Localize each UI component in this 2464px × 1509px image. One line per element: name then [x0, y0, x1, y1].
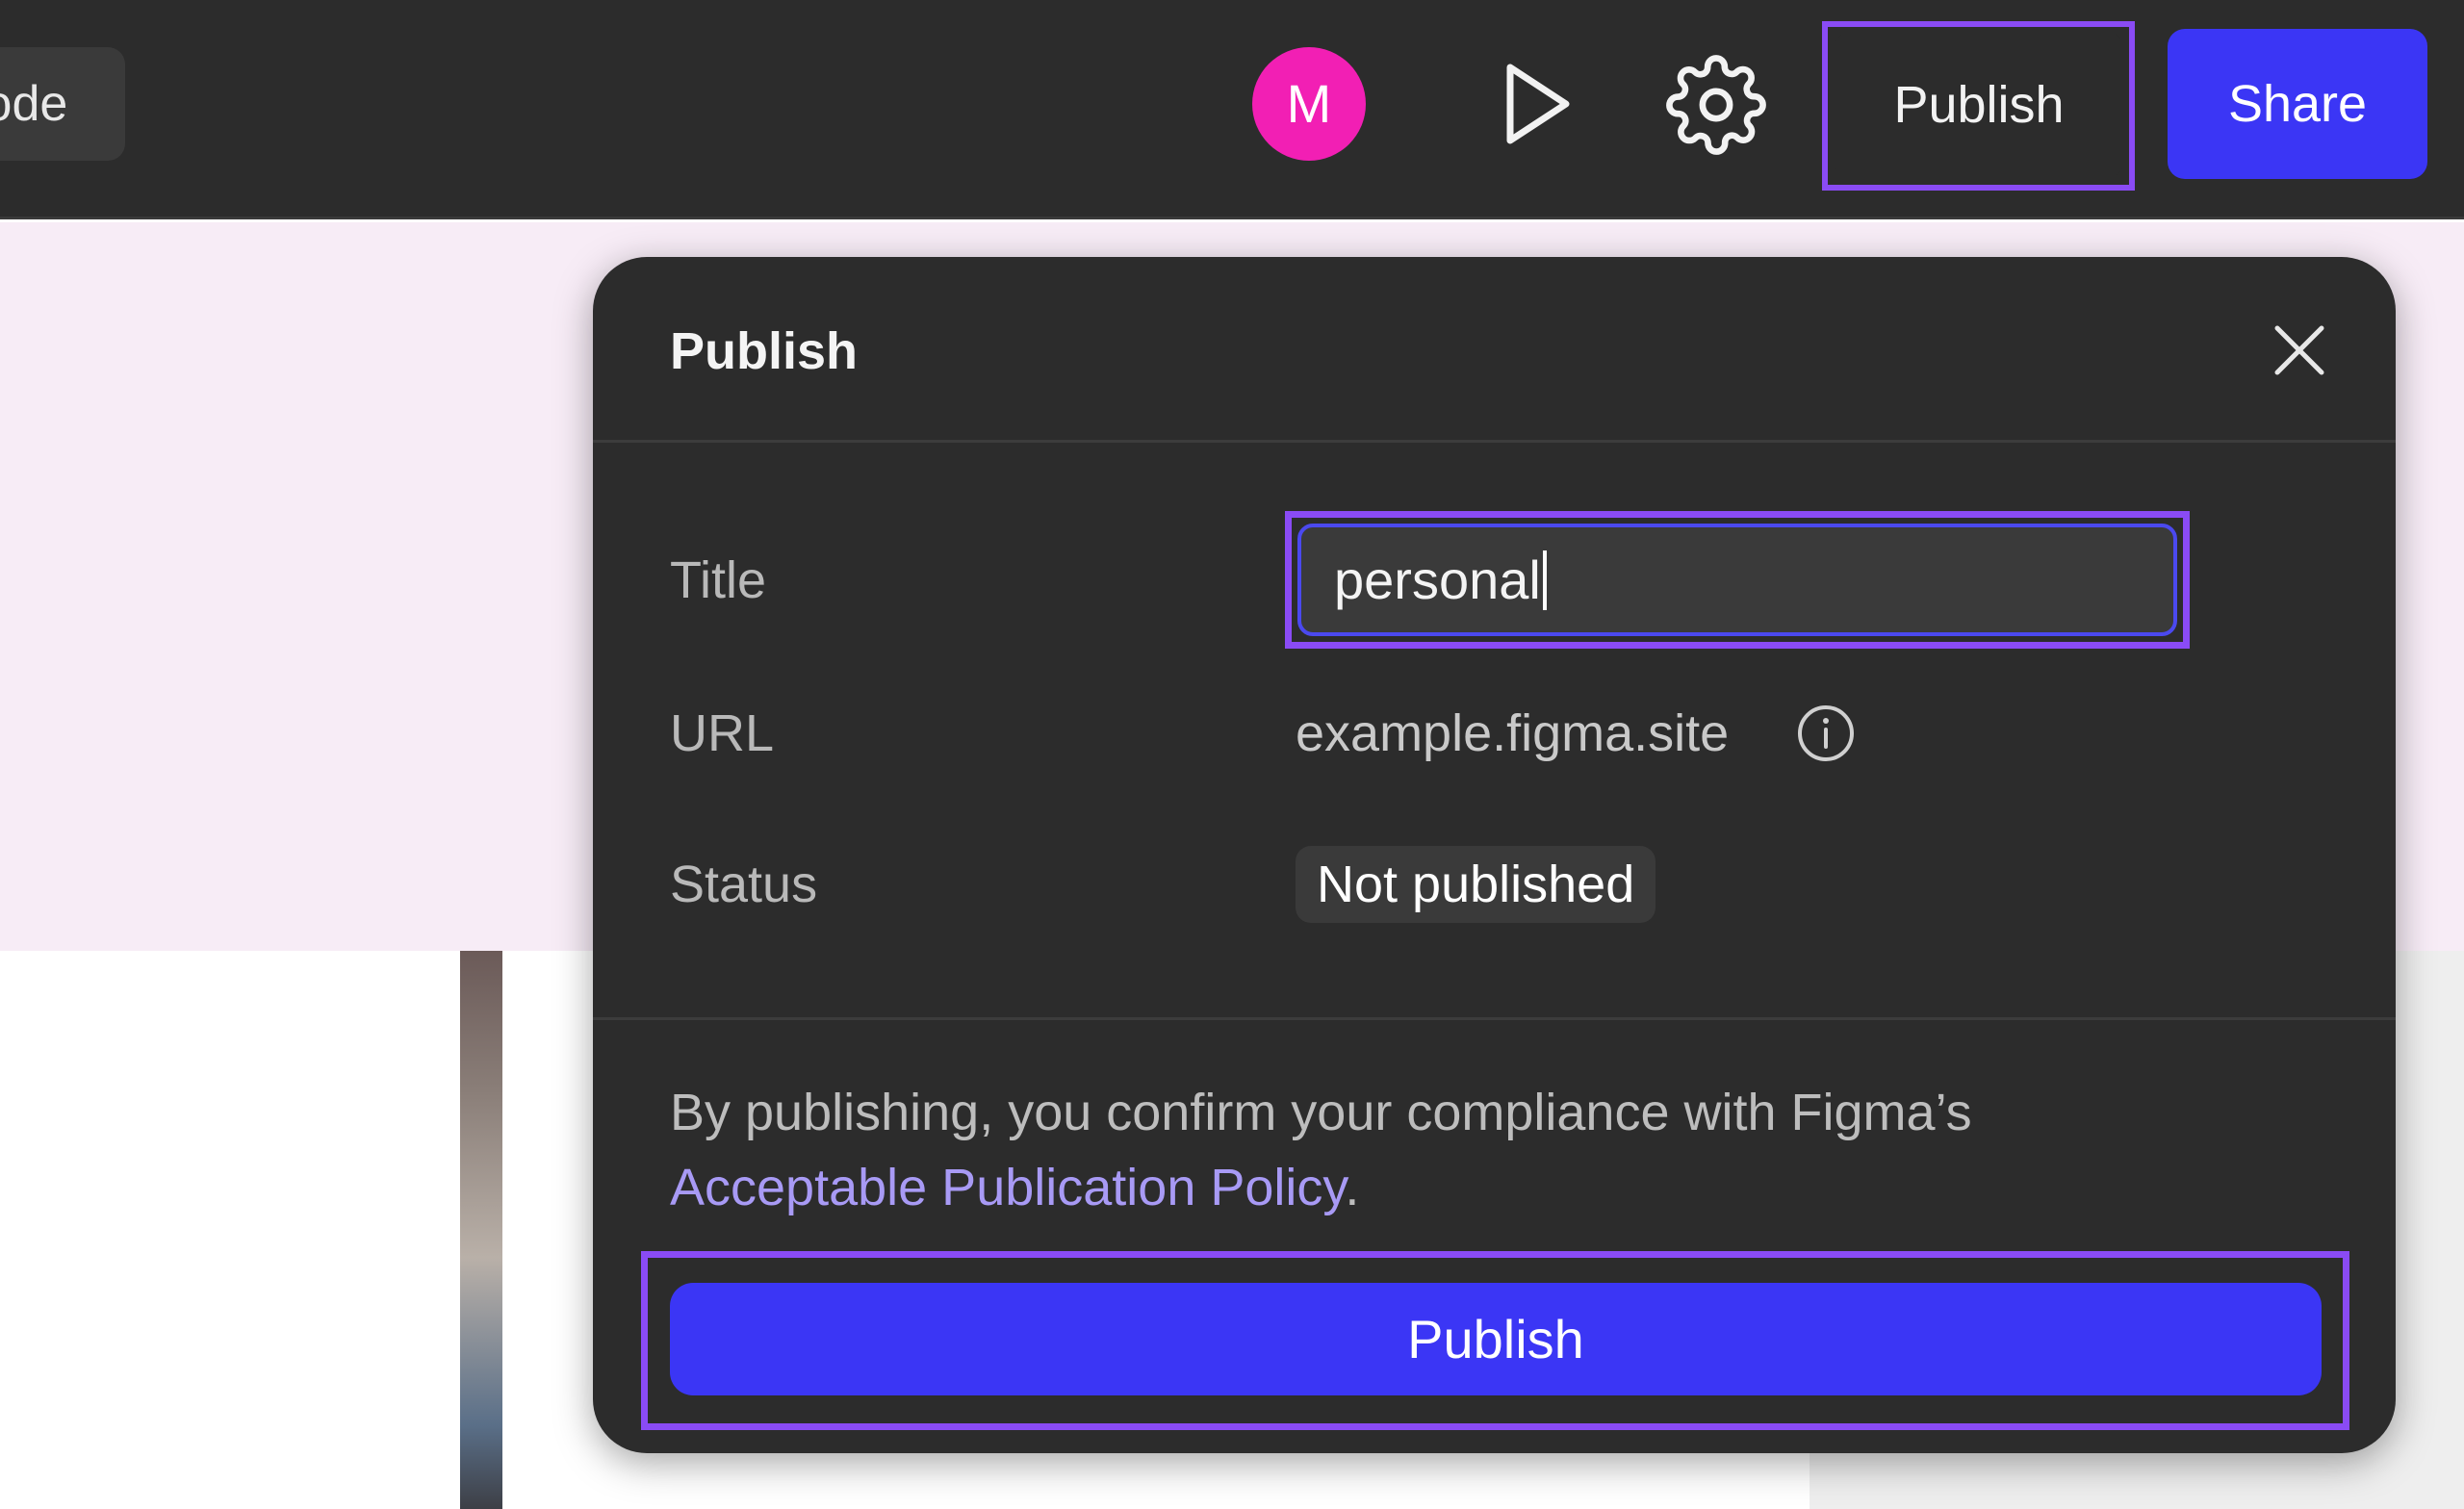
gear-icon [1666, 55, 1766, 155]
close-icon [2274, 325, 2324, 375]
user-avatar[interactable]: M [1252, 47, 1366, 161]
play-icon [1506, 64, 1570, 144]
publish-submit-button[interactable]: Publish [670, 1283, 2322, 1395]
settings-button[interactable] [1665, 54, 1767, 156]
status-label: Status [670, 856, 818, 913]
title-input-value: personal [1334, 550, 1541, 610]
share-button[interactable]: Share [2168, 29, 2427, 179]
present-button[interactable] [1485, 56, 1581, 152]
url-value: example.figma.site [1296, 704, 1730, 762]
publication-policy-link[interactable]: Acceptable Publication Policy [670, 1159, 1345, 1216]
status-badge: Not published [1296, 846, 1656, 923]
info-icon [1798, 705, 1854, 761]
dialog-header: Publish [593, 257, 2396, 443]
publish-button[interactable]: Publish [1835, 31, 2123, 179]
text-caret [1542, 550, 1547, 611]
compliance-period: . [1345, 1159, 1360, 1216]
publish-dialog: Publish Title personal URL example.figma… [593, 257, 2396, 1453]
title-input[interactable]: personal [1297, 524, 2177, 636]
compliance-text: By publishing, you confirm your complian… [670, 1075, 2306, 1225]
url-label: URL [670, 704, 775, 762]
canvas-image [460, 951, 502, 1509]
title-label: Title [670, 551, 767, 609]
url-info-button[interactable] [1796, 703, 1856, 763]
dialog-title: Publish [670, 322, 859, 380]
top-toolbar: Code M Publish Share [0, 0, 2464, 219]
mode-toggle-button[interactable]: Code [0, 47, 125, 161]
compliance-sentence: By publishing, you confirm your complian… [670, 1084, 1972, 1141]
dialog-divider [593, 1017, 2396, 1020]
close-button[interactable] [2268, 319, 2331, 382]
